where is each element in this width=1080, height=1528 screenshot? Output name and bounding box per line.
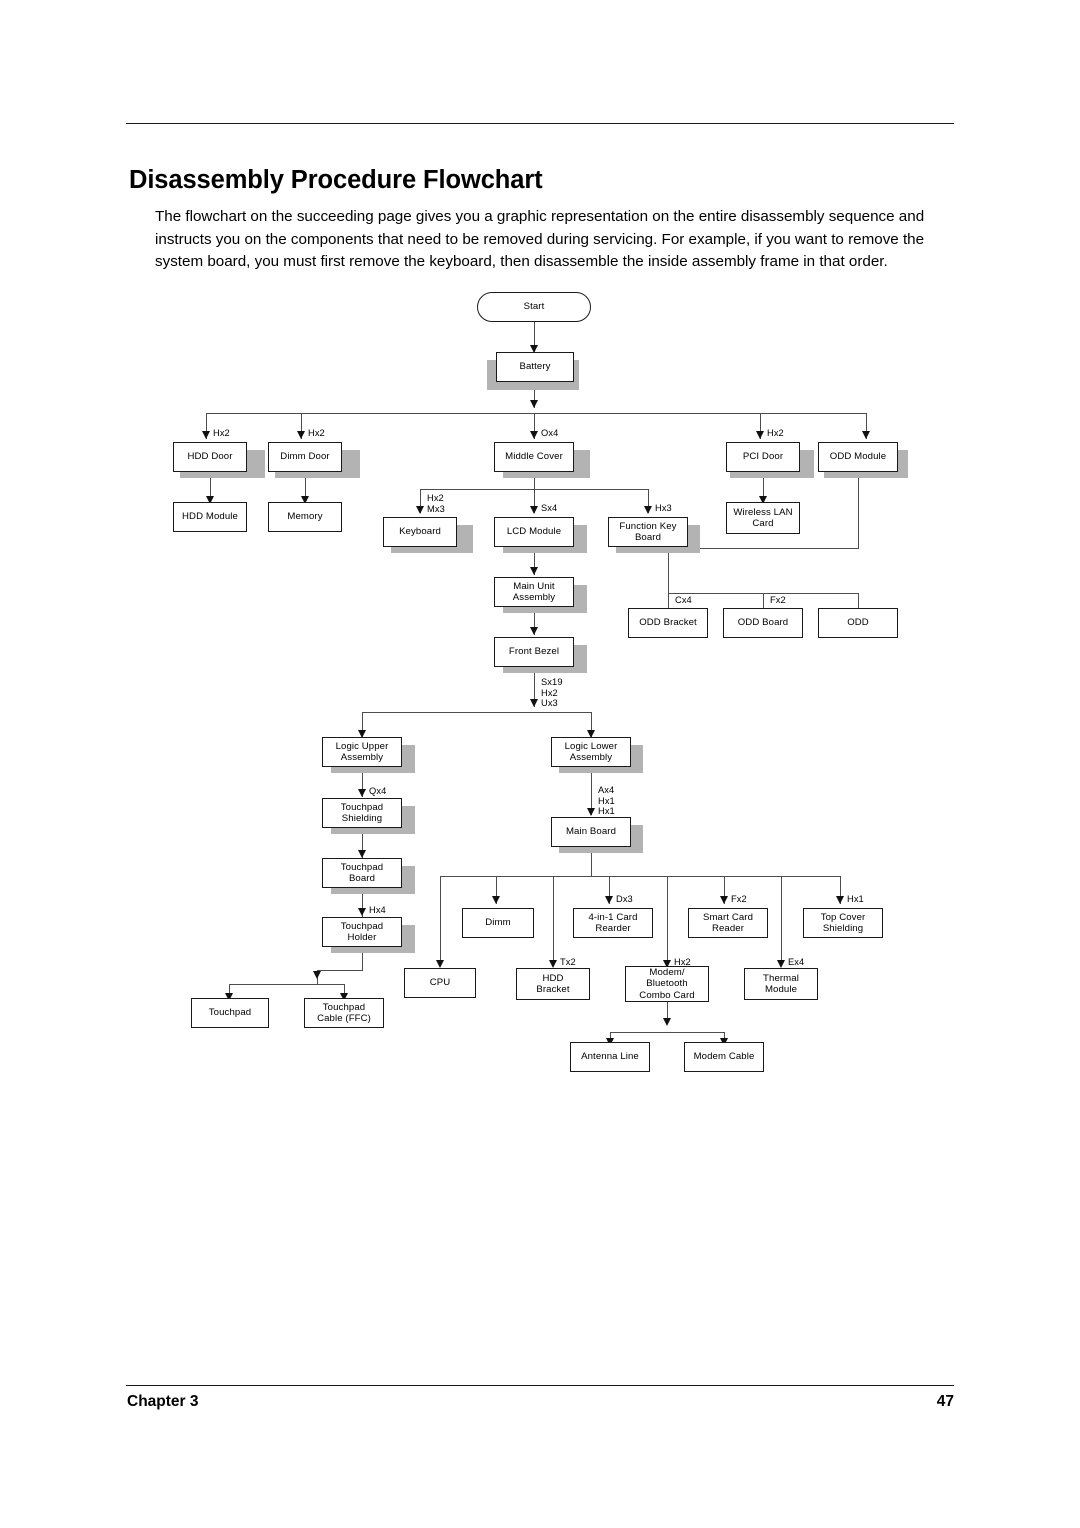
arrowhead: [720, 896, 728, 904]
arrowhead: [358, 850, 366, 858]
distributor-bar: [610, 1032, 725, 1033]
edge-label-sx4-lcd: Sx4: [541, 503, 558, 513]
flow-node-odd-board[interactable]: ODD Board: [723, 608, 803, 638]
arrowhead: [297, 431, 305, 439]
edge-label-hx2-dimm-door: Hx2: [308, 428, 325, 438]
connector: [440, 876, 441, 966]
arrowhead: [530, 627, 538, 635]
flow-node-modem-cable[interactable]: Modem Cable: [684, 1042, 764, 1072]
arrowhead: [530, 567, 538, 575]
arrowhead: [756, 431, 764, 439]
distributor-bar: [229, 984, 345, 985]
connector: [317, 970, 363, 971]
flow-node-pci-door[interactable]: PCI Door: [726, 442, 800, 472]
disassembly-flowchart: Start Battery HDD Door Dimm Door Middle …: [0, 0, 1080, 1528]
arrowhead: [862, 431, 870, 439]
arrowhead: [530, 400, 538, 408]
edge-label-front-bezel: Sx19 Hx2 Ux3: [541, 677, 563, 709]
flow-node-touchpad-shielding[interactable]: Touchpad Shielding: [322, 798, 402, 828]
footer-chapter-label: Chapter 3: [127, 1393, 199, 1410]
edge-label-hx2-hdd-door: Hx2: [213, 428, 230, 438]
footer-page-number: 47: [936, 1393, 954, 1410]
flow-node-hdd-door[interactable]: HDD Door: [173, 442, 247, 472]
distributor-bar: [362, 712, 592, 713]
connector: [858, 472, 859, 549]
flow-node-keyboard[interactable]: Keyboard: [383, 517, 457, 547]
flow-node-thermal-module[interactable]: Thermal Module: [744, 968, 818, 1000]
connector: [667, 876, 668, 966]
edge-label-hx2-pci-door: Hx2: [767, 428, 784, 438]
flow-node-hdd-module[interactable]: HDD Module: [173, 502, 247, 532]
edge-label-hx2-modem-bt: Hx2: [674, 957, 691, 967]
flow-node-battery[interactable]: Battery: [496, 352, 574, 382]
edge-label-keyboard: Hx2 Mx3: [427, 493, 445, 514]
arrowhead: [416, 506, 424, 514]
flow-node-dimm-door[interactable]: Dimm Door: [268, 442, 342, 472]
edge-label-fx2-odd-board: Fx2: [770, 595, 786, 605]
flow-node-modem-bluetooth-combo-card[interactable]: Modem/ Bluetooth Combo Card: [625, 966, 709, 1002]
arrowhead: [530, 431, 538, 439]
arrowhead: [605, 896, 613, 904]
arrowhead: [549, 960, 557, 968]
connector: [781, 876, 782, 966]
flow-node-antenna-line[interactable]: Antenna Line: [570, 1042, 650, 1072]
flow-node-middle-cover[interactable]: Middle Cover: [494, 442, 574, 472]
flow-node-odd-bracket[interactable]: ODD Bracket: [628, 608, 708, 638]
arrowhead: [358, 908, 366, 916]
edge-label-cx4-odd-bracket: Cx4: [675, 595, 692, 605]
flow-node-start[interactable]: Start: [477, 292, 591, 322]
arrowhead: [644, 506, 652, 514]
arrowhead: [836, 896, 844, 904]
footer-rule: [126, 1385, 954, 1386]
flow-node-4-in-1-card-rearder[interactable]: 4-in-1 Card Rearder: [573, 908, 653, 938]
arrowhead: [530, 506, 538, 514]
edge-label-dx3-card-reader: Dx3: [616, 894, 633, 904]
connector: [553, 876, 554, 966]
flow-node-touchpad-holder[interactable]: Touchpad Holder: [322, 917, 402, 947]
edge-label-hx1-top-cover: Hx1: [847, 894, 864, 904]
flow-node-hdd-bracket[interactable]: HDD Bracket: [516, 968, 590, 1000]
flow-node-lcd-module[interactable]: LCD Module: [494, 517, 574, 547]
flow-node-top-cover-shielding[interactable]: Top Cover Shielding: [803, 908, 883, 938]
arrowhead: [777, 960, 785, 968]
edge-label-hx3-function-key: Hx3: [655, 503, 672, 513]
edge-label-main-board: Ax4 Hx1 Hx1: [598, 785, 615, 817]
flow-node-touchpad-cable-ffc[interactable]: Touchpad Cable (FFC): [304, 998, 384, 1028]
flow-node-logic-lower-assembly[interactable]: Logic Lower Assembly: [551, 737, 631, 767]
flow-node-dimm[interactable]: Dimm: [462, 908, 534, 938]
flow-node-main-unit-assembly[interactable]: Main Unit Assembly: [494, 577, 574, 607]
flow-node-odd-module[interactable]: ODD Module: [818, 442, 898, 472]
arrowhead: [202, 431, 210, 439]
flow-node-odd[interactable]: ODD: [818, 608, 898, 638]
arrowhead: [587, 808, 595, 816]
flow-node-touchpad-board[interactable]: Touchpad Board: [322, 858, 402, 888]
connector: [668, 548, 669, 594]
document-page: Disassembly Procedure Flowchart The flow…: [0, 0, 1080, 1528]
arrowhead: [313, 971, 321, 979]
arrowhead: [436, 960, 444, 968]
flow-node-front-bezel[interactable]: Front Bezel: [494, 637, 574, 667]
flow-node-memory[interactable]: Memory: [268, 502, 342, 532]
edge-label-tx2-hdd-bracket: Tx2: [560, 957, 576, 967]
flow-node-touchpad[interactable]: Touchpad: [191, 998, 269, 1028]
edge-label-qx4-touchpad-shielding: Qx4: [369, 786, 387, 796]
distributor-bar: [206, 413, 866, 414]
arrowhead: [492, 896, 500, 904]
flow-node-function-key-board[interactable]: Function Key Board: [608, 517, 688, 547]
arrowhead: [530, 699, 538, 707]
edge-label-hx4-touchpad-holder: Hx4: [369, 905, 386, 915]
flow-node-logic-upper-assembly[interactable]: Logic Upper Assembly: [322, 737, 402, 767]
flow-node-cpu[interactable]: CPU: [404, 968, 476, 998]
edge-label-ox4-middle-cover: Ox4: [541, 428, 559, 438]
flow-node-smart-card-reader[interactable]: Smart Card Reader: [688, 908, 768, 938]
edge-label-fx2-smart-card: Fx2: [731, 894, 747, 904]
arrowhead: [358, 789, 366, 797]
edge-label-ex4-thermal: Ex4: [788, 957, 805, 967]
flow-node-main-board[interactable]: Main Board: [551, 817, 631, 847]
distributor-bar: [440, 876, 840, 877]
flow-node-wireless-lan-card[interactable]: Wireless LAN Card: [726, 502, 800, 534]
arrowhead: [663, 1018, 671, 1026]
